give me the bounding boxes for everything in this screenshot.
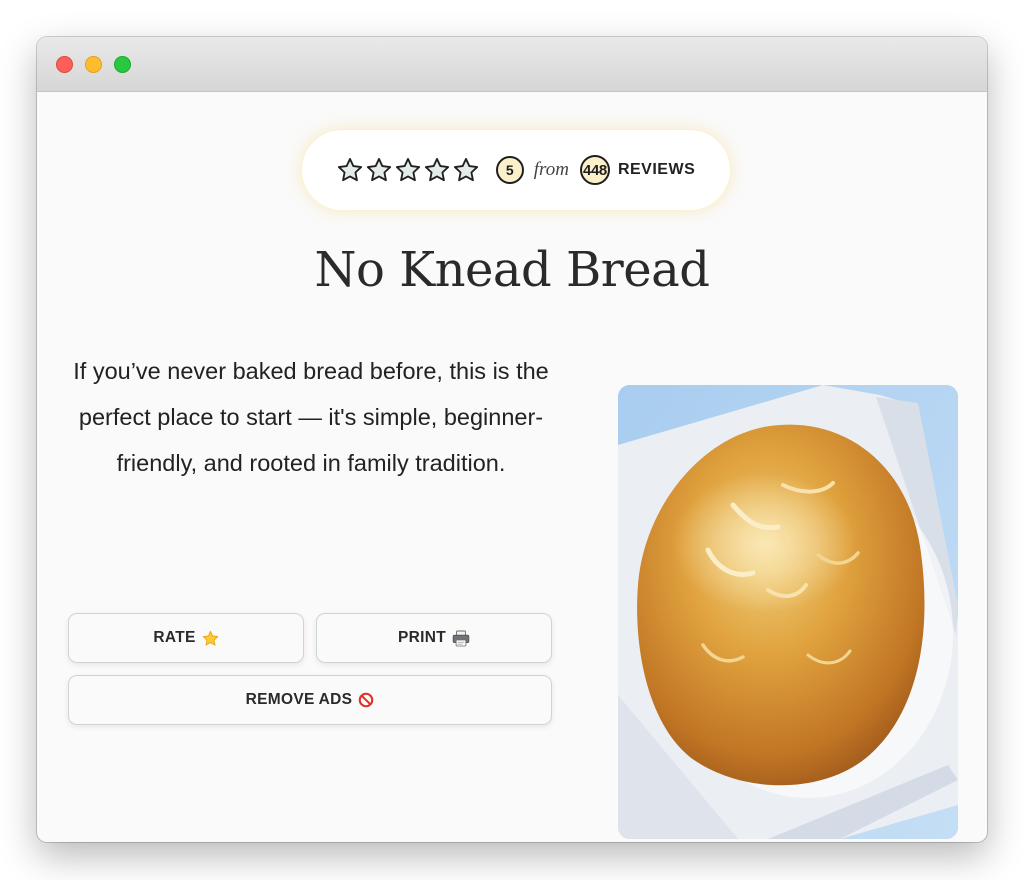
review-count-badge: 448	[579, 155, 610, 185]
bread-photo	[618, 385, 958, 839]
prohibited-emoji-icon	[358, 692, 374, 708]
minimize-window-button[interactable]	[85, 56, 102, 73]
star-emoji-icon	[202, 630, 219, 647]
remove-ads-button-label: REMOVE ADS	[245, 691, 353, 708]
star-icon[interactable]	[424, 157, 450, 183]
page-title: No Knead Bread	[314, 242, 710, 298]
rate-button[interactable]: RATE	[68, 613, 304, 663]
close-window-button[interactable]	[56, 56, 73, 73]
rating-score-badge: 5	[495, 156, 524, 184]
remove-ads-button[interactable]: REMOVE ADS	[68, 675, 552, 725]
zoom-window-button[interactable]	[114, 56, 131, 73]
recipe-description: If you’ve never baked bread before, this…	[73, 358, 549, 476]
browser-window: 5 from 448 REVIEWS No Knead Bread If you…	[37, 37, 987, 842]
rating-summary[interactable]: 5 from 448 REVIEWS	[302, 130, 730, 210]
rating-from-label: from	[533, 159, 569, 180]
star-icon[interactable]	[453, 157, 479, 183]
printer-emoji-icon	[452, 630, 470, 647]
rate-button-label: RATE	[153, 629, 196, 646]
reviews-label: REVIEWS	[617, 161, 696, 178]
star-icon[interactable]	[337, 157, 363, 183]
star-rating[interactable]	[337, 157, 479, 183]
star-icon[interactable]	[395, 157, 421, 183]
print-button-label: PRINT	[398, 629, 446, 646]
window-titlebar	[37, 37, 987, 92]
star-icon[interactable]	[366, 157, 392, 183]
page-content: 5 from 448 REVIEWS No Knead Bread If you…	[37, 92, 987, 842]
print-button[interactable]: PRINT	[316, 613, 552, 663]
